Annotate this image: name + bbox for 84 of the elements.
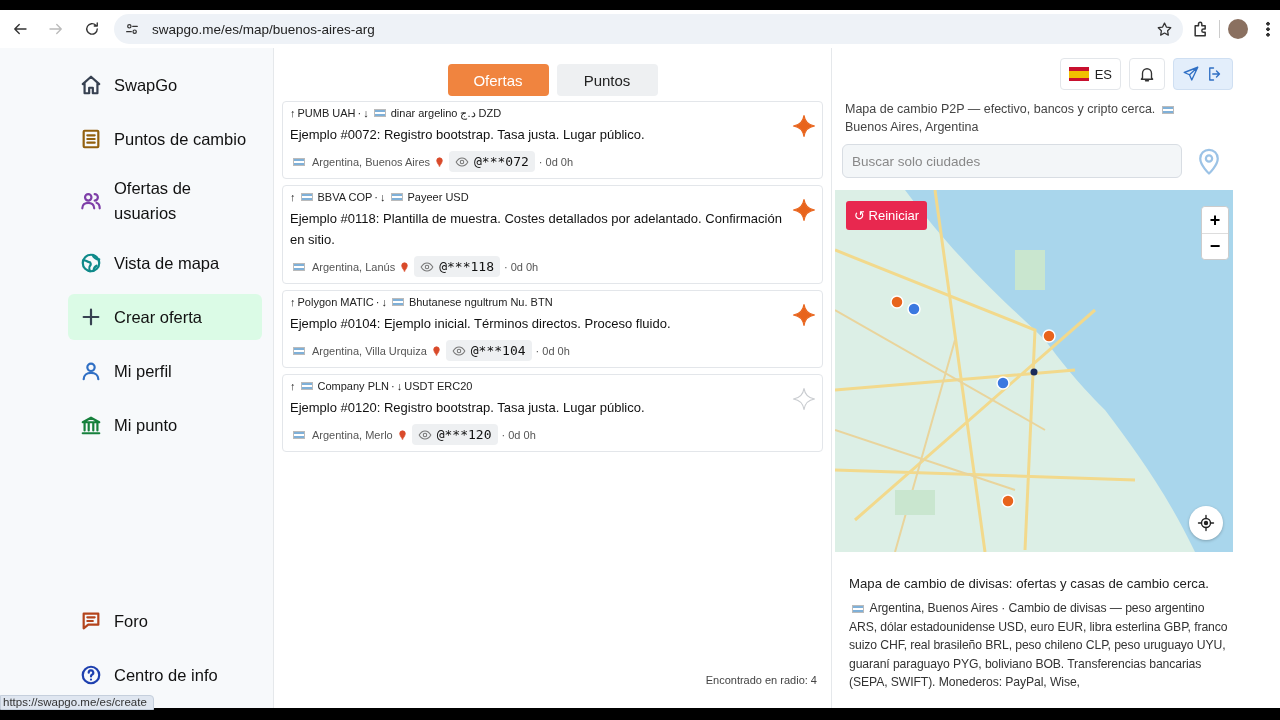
- offer-location: Argentina, Lanús: [312, 260, 396, 273]
- direction-arrow: ↓: [363, 107, 369, 119]
- offer-location: Argentina, Buenos Aires: [312, 155, 431, 168]
- offer-age: · 0d 0h: [538, 155, 574, 168]
- reset-button[interactable]: ↺ Reiniciar: [846, 201, 928, 230]
- offer-age: · 0d 0h: [535, 344, 570, 357]
- reload-icon: [83, 20, 101, 38]
- currency-label: Bhutanese ngultrum Nu. BTN: [408, 296, 553, 308]
- map-description: Mapa de cambio P2P — efectivo, bancos y cripto cerca. Buenos Aires, Argentina: [845, 100, 1233, 136]
- pin-icon: [434, 156, 446, 167]
- flag-icon: [1161, 105, 1174, 114]
- offer-age: · 0d 0h: [501, 428, 536, 441]
- currency-label: Payeer USD: [407, 191, 469, 203]
- sidebar-item[interactable]: SwapGo: [68, 62, 262, 108]
- separator-dot: ·: [357, 107, 362, 119]
- menu-icon[interactable]: [1266, 21, 1270, 37]
- pin-icon: [430, 345, 442, 356]
- currency-label: Company PLN: [317, 380, 390, 392]
- currency-label: PUMB UAH: [297, 107, 356, 119]
- offer-title: Ejemplo #0120: Registro bootstrap. Tasa justa. Lugar público.: [290, 399, 646, 417]
- pin-icon: [399, 261, 411, 272]
- currency-label: BBVA COP: [317, 191, 373, 203]
- eye-icon: [420, 259, 435, 274]
- flag-icon: [293, 346, 305, 355]
- site-settings-icon: [124, 21, 140, 37]
- locate-icon: [1197, 514, 1215, 532]
- flag-icon: [293, 157, 305, 166]
- eye-icon: [451, 343, 466, 358]
- sparkle-icon[interactable]: [792, 303, 816, 327]
- direction-arrow: ↓: [381, 296, 387, 308]
- direction-arrow: ↓: [396, 380, 403, 392]
- separator-dot: ·: [374, 191, 378, 203]
- language-button[interactable]: ES: [1059, 58, 1121, 90]
- sidebar-item[interactable]: Foro: [68, 598, 262, 644]
- flag-icon: [293, 430, 305, 439]
- telegram-logout-button[interactable]: [1173, 58, 1233, 90]
- info-heading: Mapa de cambio de divisas: ofertas y casas de cambio cerca.: [849, 576, 1210, 591]
- sidebar-item[interactable]: Crear oferta: [68, 294, 262, 340]
- link-status-tip: https://swapgo.me/es/create: [3, 696, 147, 708]
- direction-arrow: ↓: [380, 191, 386, 203]
- direction-arrow: ↑: [290, 107, 296, 119]
- sparkle-icon[interactable]: [792, 198, 816, 222]
- send-icon: [1182, 65, 1200, 83]
- tab[interactable]: Puntos: [556, 64, 658, 96]
- direction-arrow: ↑: [290, 296, 296, 308]
- separator-dot: ·: [375, 296, 380, 308]
- notifications-button[interactable]: [1129, 58, 1165, 90]
- city-search-field[interactable]: Buscar solo ciudades: [842, 144, 1182, 178]
- offer-title: Ejemplo #0104: Ejemplo inicial. Términos directos. Proceso fluido.: [290, 315, 672, 333]
- sidebar-item[interactable]: Mi punto: [68, 402, 262, 448]
- pin-icon: [396, 429, 408, 440]
- flag-icon: [852, 604, 864, 613]
- zoom-out-button[interactable]: −: [1202, 233, 1228, 259]
- offer-age: · 0d 0h: [503, 260, 539, 273]
- direction-arrow: ↑: [290, 191, 296, 203]
- offer-title: Ejemplo #0118: Plantilla de muestra. Costes detallados por adelantado. Confirmación en sitio.: [290, 210, 782, 249]
- bookmark-star-icon[interactable]: [1156, 20, 1173, 38]
- flag-icon: [293, 262, 305, 271]
- sidebar-item[interactable]: Mi perfil: [68, 348, 262, 394]
- direction-arrow: ↑: [290, 380, 296, 392]
- currency-label: Polygon MATIC: [297, 296, 374, 308]
- sidebar-item[interactable]: Puntos de cambio: [68, 116, 262, 162]
- user-handle-chip[interactable]: @***104: [445, 340, 532, 361]
- bell-icon: [1138, 65, 1156, 83]
- eye-icon: [455, 154, 470, 169]
- user-handle-chip[interactable]: @***120: [411, 424, 498, 445]
- sparkle-icon[interactable]: [792, 114, 816, 138]
- separator-dot: ·: [391, 380, 395, 392]
- sidebar-item[interactable]: Centro de info: [68, 652, 262, 698]
- offer-location: Argentina, Merlo: [312, 428, 393, 441]
- sidebar-item[interactable]: Ofertas de usuarios: [68, 170, 262, 232]
- user-handle-chip[interactable]: @***072: [449, 151, 535, 172]
- address-bar[interactable]: swapgo.me/es/map/buenos-aires-arg: [114, 14, 1183, 44]
- offer-title: Ejemplo #0072: Registro bootstrap. Tasa justa. Lugar público.: [290, 126, 646, 144]
- currency-label: dinar argelino د.ج DZD: [390, 106, 502, 120]
- currency-label: USDT ERC20: [404, 380, 473, 392]
- results-count: Encontrado en radio: 4: [704, 674, 818, 686]
- offer-location: Argentina, Villa Urquiza: [312, 344, 427, 357]
- eye-icon: [417, 427, 432, 442]
- user-handle-chip[interactable]: @***118: [414, 256, 500, 277]
- profile-avatar[interactable]: [1228, 19, 1248, 39]
- sidebar-item[interactable]: Vista de mapa: [68, 240, 262, 286]
- info-paragraph: Argentina, Buenos Aires · Cambio de divisas — peso argentino ARS, dólar estadounidense USD, euro EUR, libra esterlina GBP, franco suizo CHF, real brasileño BRL, peso chileno CLP, peso uruguayo UYU, guaraní paraguayo PYG, boliviano BOB. Transferencias bancarias (SEPA, SWIFT). Monederos: PayPal, Wise,: [849, 600, 1229, 691]
- flag-icon: [1068, 67, 1089, 81]
